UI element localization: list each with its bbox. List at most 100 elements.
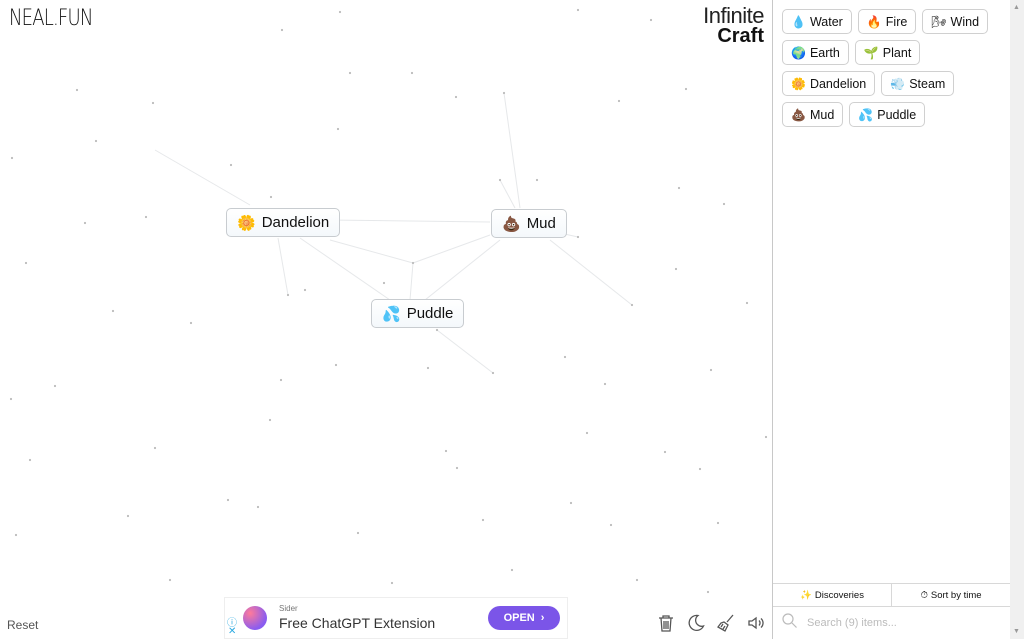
scroll-up-arrow-icon[interactable]: ▲ xyxy=(1013,4,1020,11)
background-dot xyxy=(168,578,172,582)
background-dot xyxy=(535,178,539,182)
background-dot xyxy=(617,99,621,103)
background-dot xyxy=(677,186,681,190)
sound-speaker-icon[interactable] xyxy=(746,612,766,634)
background-dot xyxy=(435,328,439,332)
mud-icon: 💩 xyxy=(502,215,521,233)
droplets-icon: 💦 xyxy=(382,305,401,323)
background-dot xyxy=(576,8,580,12)
item-list: 💧 Water 🔥 Fire 🌬 Wind 🌍 Earth 🌱 Plant 🌼 Dandel… xyxy=(773,0,1011,136)
sidebar-item-water[interactable]: 💧 Water xyxy=(782,9,852,34)
sidebar-item-puddle[interactable]: 💦 Puddle xyxy=(849,102,926,127)
background-dot xyxy=(709,368,713,372)
ad-banner[interactable]: ⓘ ✕ Sider Free ChatGPT Extension OPEN › xyxy=(224,597,568,639)
plant-icon: 🌱 xyxy=(863,45,879,60)
background-dot xyxy=(10,156,14,160)
background-dot xyxy=(14,533,18,537)
background-dot xyxy=(630,303,634,307)
ad-open-label: OPEN xyxy=(503,612,535,624)
item-label: Water xyxy=(809,14,843,29)
ad-brain-logo-icon xyxy=(243,606,267,630)
background-dot xyxy=(280,28,284,32)
background-dot xyxy=(411,261,415,265)
element-label: Puddle xyxy=(406,305,454,322)
background-dot xyxy=(53,384,57,388)
ad-brand: Sider xyxy=(279,604,298,613)
item-label: Steam xyxy=(909,76,946,91)
background-dot xyxy=(698,467,702,471)
item-label: Wind xyxy=(950,14,980,29)
ad-open-button[interactable]: OPEN › xyxy=(488,606,560,630)
background-dot xyxy=(569,501,573,505)
search-input[interactable] xyxy=(805,616,989,630)
background-dot xyxy=(491,371,495,375)
search-icon xyxy=(782,613,797,633)
background-dot xyxy=(303,288,307,292)
tab-label: Discoveries xyxy=(814,589,864,601)
scrollbar[interactable]: ▲ ▼ xyxy=(1010,0,1024,639)
item-label: Plant xyxy=(882,45,912,60)
background-dot xyxy=(83,221,87,225)
background-dot xyxy=(336,127,340,131)
ad-headline[interactable]: Free ChatGPT Extension xyxy=(279,615,435,631)
background-dot xyxy=(609,523,613,527)
reset-button[interactable]: Reset xyxy=(7,618,38,632)
sidebar-item-fire[interactable]: 🔥 Fire xyxy=(857,9,917,34)
background-dot xyxy=(144,215,148,219)
background-dot xyxy=(338,10,342,14)
background-dot xyxy=(426,366,430,370)
dark-mode-moon-icon[interactable] xyxy=(686,612,706,634)
background-dot xyxy=(9,397,13,401)
background-dot xyxy=(603,382,607,386)
broom-clear-icon[interactable] xyxy=(716,612,736,634)
background-dot xyxy=(151,101,155,105)
neal-fun-logo[interactable]: NEAL.FUN xyxy=(9,6,93,31)
item-label: Earth xyxy=(809,45,840,60)
canvas-element-puddle[interactable]: 💦 Puddle xyxy=(371,299,465,328)
background-dot xyxy=(585,431,589,435)
steam-icon: 💨 xyxy=(890,76,906,91)
item-label: Mud xyxy=(809,107,835,122)
infinite-craft-title: Infinite Craft xyxy=(703,5,764,47)
background-dot xyxy=(356,531,360,535)
background-dot xyxy=(502,91,506,95)
background-dot xyxy=(256,505,260,509)
background-dot xyxy=(722,202,726,206)
background-dot xyxy=(684,87,688,91)
crafting-canvas[interactable]: NEAL.FUN 🌼 Dandelion 💩 Mud 💦 Puddle Rese… xyxy=(0,0,772,639)
title-line-1: Infinite xyxy=(703,3,764,28)
flower-icon: 🌼 xyxy=(237,214,256,232)
background-dot xyxy=(576,235,580,239)
search-bar xyxy=(773,607,1010,639)
clock-icon: ⏱ xyxy=(920,589,928,601)
scroll-down-arrow-icon[interactable]: ▼ xyxy=(1013,628,1020,635)
canvas-element-dandelion[interactable]: 🌼 Dandelion xyxy=(226,208,341,237)
sidebar-item-plant[interactable]: 🌱 Plant xyxy=(854,40,921,65)
background-dot xyxy=(269,195,273,199)
background-dot xyxy=(268,418,272,422)
sidebar-item-wind[interactable]: 🌬 Wind xyxy=(922,9,989,34)
tab-label: Sort by time xyxy=(930,589,982,601)
background-dot xyxy=(94,139,98,143)
background-dot xyxy=(498,178,502,182)
canvas-element-mud[interactable]: 💩 Mud xyxy=(491,209,567,238)
ad-close-icon[interactable]: ✕ xyxy=(228,626,236,637)
background-dot xyxy=(663,450,667,454)
mud-icon: 💩 xyxy=(791,107,806,122)
fire-icon: 🔥 xyxy=(866,14,882,29)
background-dot xyxy=(674,267,678,271)
background-dot xyxy=(410,71,414,75)
sidebar-item-mud[interactable]: 💩 Mud xyxy=(782,102,844,127)
background-dot xyxy=(226,498,230,502)
sidebar-item-steam[interactable]: 💨 Steam xyxy=(881,71,955,96)
background-dot xyxy=(563,355,567,359)
tab-discoveries[interactable]: ✨ Discoveries xyxy=(773,584,891,606)
tab-sort-by-time[interactable]: ⏱ Sort by time xyxy=(891,584,1010,606)
chevron-right-icon: › xyxy=(540,612,545,624)
sidebar-item-dandelion[interactable]: 🌼 Dandelion xyxy=(782,71,876,96)
background-dot xyxy=(153,446,157,450)
sidebar-item-earth[interactable]: 🌍 Earth xyxy=(782,40,849,65)
wind-icon: 🌬 xyxy=(931,14,947,29)
trash-icon[interactable] xyxy=(656,612,676,634)
background-dot xyxy=(444,449,448,453)
